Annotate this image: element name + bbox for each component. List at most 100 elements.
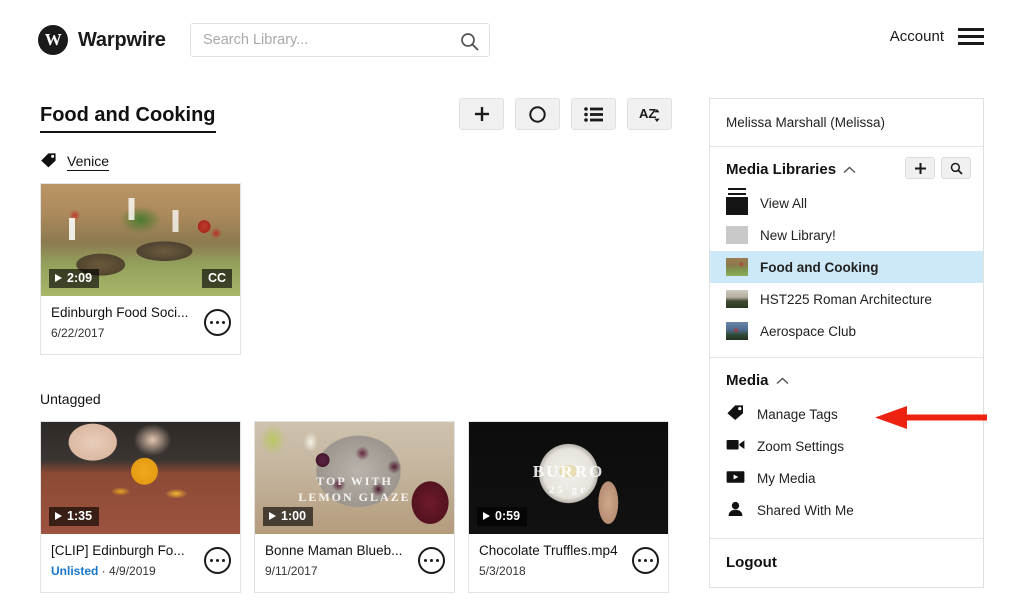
search-box[interactable] [190,23,490,57]
media-date: 6/22/2017 [51,326,105,340]
play-icon [55,274,62,282]
add-media-button[interactable] [459,98,504,130]
content-toolbar: AZ [459,98,672,130]
media-card[interactable]: 2:09 CC Edinburgh Food Soci... 6/22/2017 [40,183,241,355]
tag-group-venice[interactable]: Venice [40,152,110,173]
record-button[interactable] [515,98,560,130]
media-title[interactable]: Edinburgh Food Soci... [51,305,191,320]
duration-badge: 0:59 [477,507,528,526]
media-date: 5/3/2018 [479,564,526,578]
media-title[interactable]: Chocolate Truffles.mp4 [479,543,619,558]
media-thumbnail[interactable]: TOP WITH LEMON GLAZE 1:00 [255,422,454,534]
sidebar-item-label: Manage Tags [757,406,838,422]
duration-text: 2:09 [67,271,93,285]
stack-icon [726,196,748,215]
video-camera-icon [726,437,745,455]
more-options-icon[interactable] [204,547,231,574]
status-badge: Unlisted [51,564,99,578]
media-title[interactable]: [CLIP] Edinburgh Fo... [51,543,191,558]
page-title: Food and Cooking [40,104,216,133]
duration-text: 1:00 [281,509,307,523]
library-thumbnail [726,258,748,276]
date-text: 4/9/2019 [109,564,156,578]
sidebar-item-shared-with-me[interactable]: Shared With Me [710,494,983,526]
more-options-icon[interactable] [418,547,445,574]
sort-az-button[interactable]: AZ [627,98,672,130]
sidebar-section-media-libraries[interactable]: Media Libraries [710,147,983,187]
section-title: Media [726,372,769,389]
media-date: Unlisted · 4/9/2019 [51,564,230,578]
meta-separator: · [98,564,110,578]
media-meta: [CLIP] Edinburgh Fo... Unlisted · 4/9/20… [41,534,240,592]
media-card[interactable]: TOP WITH LEMON GLAZE 1:00 Bonne Maman Bl… [254,421,455,593]
sidebar-item-label: My Media [757,470,816,486]
annotation-arrow [875,406,987,435]
brand-name: Warpwire [78,28,166,51]
sidebar-item-label: New Library! [760,227,836,243]
play-icon [483,512,490,520]
sidebar-item-my-media[interactable]: My Media [710,462,983,494]
logout-button[interactable]: Logout [710,538,983,571]
search-library-button[interactable] [941,157,971,179]
media-thumbnail[interactable]: 1:35 [41,422,240,534]
sidebar-item-label: Shared With Me [757,502,854,518]
list-view-button[interactable] [571,98,616,130]
sidebar-item-hst225-roman-architecture[interactable]: HST225 Roman Architecture [710,283,983,315]
media-meta: Bonne Maman Blueb... 9/11/2017 [255,534,454,592]
person-icon [726,501,745,520]
media-thumbnail[interactable]: 2:09 CC [41,184,240,296]
duration-text: 0:59 [495,509,521,523]
search-icon[interactable] [460,32,479,56]
duration-badge: 2:09 [49,269,100,288]
svg-text:AZ: AZ [639,106,656,121]
chevron-up-icon[interactable] [776,373,789,388]
app-header: W Warpwire Account [0,0,1024,80]
sidebar-item-label: Food and Cooking [760,259,879,275]
section-title: Media Libraries [726,161,837,178]
thumbnail-overlay-line1: BURRO [532,462,605,481]
duration-badge: 1:00 [263,507,314,526]
sidebar-item-label: View All [760,195,808,211]
thumbnail-overlay-line2: LEMON GLAZE [298,490,411,504]
library-thumbnail [726,290,748,308]
duration-text: 1:35 [67,509,93,523]
brand-logo[interactable]: W Warpwire [38,25,166,55]
media-card[interactable]: BURRO 25 gr 0:59 Chocolate Truffles.mp4 … [468,421,669,593]
search-input[interactable] [191,24,441,56]
main-content: Food and Cooking AZ Venice 2:09 CC Edinb… [0,80,700,600]
tag-icon [40,152,57,173]
media-meta: Edinburgh Food Soci... 6/22/2017 [41,296,240,354]
sidebar-item-new-library[interactable]: New Library! [710,219,983,251]
play-icon [55,512,62,520]
sidebar-item-food-and-cooking[interactable]: Food and Cooking [710,251,983,283]
media-card[interactable]: 1:35 [CLIP] Edinburgh Fo... Unlisted · 4… [40,421,241,593]
thumbnail-overlay-line2: 25 gr [548,484,589,496]
account-area[interactable]: Account [890,28,984,45]
play-box-icon [726,470,745,487]
sidebar-user-name: Melissa Marshall (Melissa) [710,99,983,147]
sidebar-section-media[interactable]: Media [710,358,983,398]
sidebar-item-label: Aerospace Club [760,323,857,339]
more-options-icon[interactable] [632,547,659,574]
tag-group-label[interactable]: Venice [67,153,110,171]
media-thumbnail[interactable]: BURRO 25 gr 0:59 [469,422,668,534]
media-title[interactable]: Bonne Maman Blueb... [265,543,405,558]
account-label[interactable]: Account [890,28,944,45]
warpwire-logo-icon: W [38,25,68,55]
duration-badge: 1:35 [49,507,100,526]
cc-badge: CC [201,269,232,288]
library-thumbnail [726,226,748,244]
add-library-button[interactable] [905,157,935,179]
hamburger-icon[interactable] [958,28,984,45]
play-icon [269,512,276,520]
sidebar-item-label: HST225 Roman Architecture [760,291,932,307]
sidebar-item-aerospace-club[interactable]: Aerospace Club [710,315,983,347]
media-meta: Chocolate Truffles.mp4 5/3/2018 [469,534,668,592]
chevron-up-icon[interactable] [843,162,856,177]
sidebar-item-label: Zoom Settings [757,438,845,454]
sidebar: Melissa Marshall (Melissa) Media Librari… [709,98,984,588]
library-thumbnail [726,322,748,340]
sidebar-item-view-all[interactable]: View All [710,187,983,219]
more-options-icon[interactable] [204,309,231,336]
tag-icon [726,404,745,424]
